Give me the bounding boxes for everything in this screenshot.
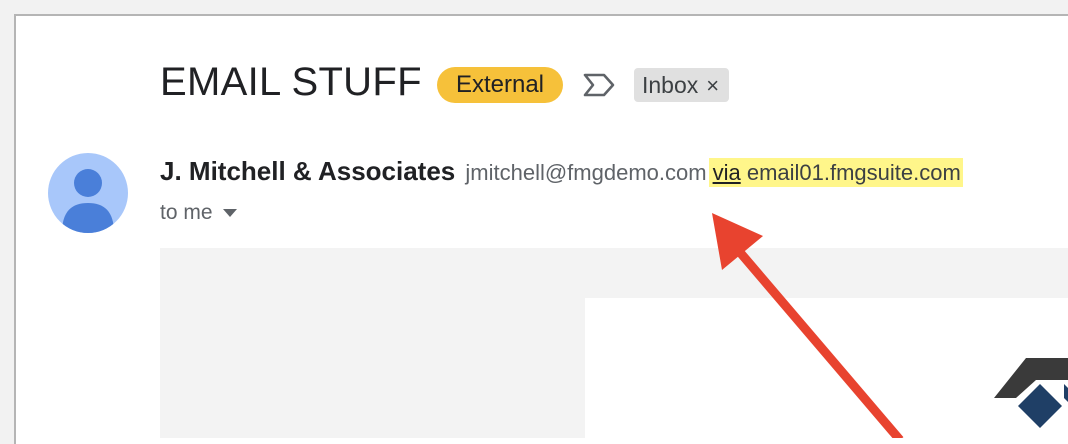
sender-line: J. Mitchell & Associates jmitchell@fmgde… (160, 156, 963, 187)
sender-name[interactable]: J. Mitchell & Associates (160, 156, 455, 186)
remove-label-button[interactable]: × (706, 73, 719, 98)
sender-avatar[interactable] (48, 153, 128, 233)
person-avatar-icon (62, 169, 114, 233)
via-highlight: via email01.fmgsuite.com (708, 158, 963, 187)
company-logo (994, 358, 1068, 428)
important-marker-icon[interactable] (582, 72, 616, 98)
recipient-details-toggle[interactable]: to me (160, 201, 237, 225)
via-domain: email01.fmgsuite.com (746, 160, 961, 185)
inbox-label-text: Inbox (642, 72, 699, 98)
inbox-label: Inbox × (634, 68, 730, 102)
recipient-text: to me (160, 201, 213, 224)
external-label: External (437, 67, 563, 103)
via-link[interactable]: via (713, 160, 741, 185)
chevron-down-icon[interactable] (222, 209, 237, 218)
email-subject: EMAIL STUFF (160, 60, 422, 104)
sender-email: jmitchell@fmgdemo.com (465, 160, 707, 185)
